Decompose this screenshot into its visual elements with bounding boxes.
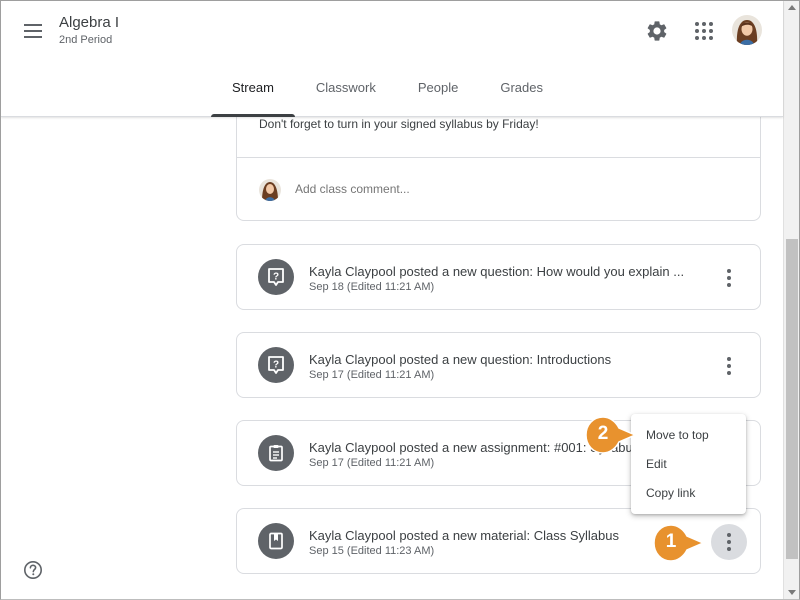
post-title: Kayla Claypool posted a new question: In… (309, 352, 612, 367)
scroll-up-arrow-icon[interactable] (788, 5, 796, 10)
comment-avatar (259, 179, 281, 201)
tab-grades[interactable]: Grades (479, 71, 564, 117)
stream-post[interactable]: ? Kayla Claypool posted a new question: … (236, 332, 761, 398)
class-section: 2nd Period (59, 34, 113, 46)
question-icon: ? (258, 259, 294, 295)
menu-item-edit[interactable]: Edit (631, 449, 746, 478)
user-avatar[interactable] (732, 15, 762, 45)
post-options-menu: Move to top Edit Copy link (631, 414, 746, 514)
material-icon (258, 523, 294, 559)
more-options-button[interactable] (711, 260, 747, 296)
svg-text:?: ? (273, 360, 279, 371)
tab-stream[interactable]: Stream (211, 71, 295, 117)
tab-classwork[interactable]: Classwork (295, 71, 397, 117)
class-tabs: Stream Classwork People Grades (211, 71, 564, 117)
scroll-thumb[interactable] (786, 239, 798, 559)
assignment-icon (258, 435, 294, 471)
gear-icon[interactable] (645, 19, 669, 43)
post-date: Sep 17 (Edited 11:21 AM) (309, 369, 435, 381)
scroll-down-arrow-icon[interactable] (788, 590, 796, 595)
post-date: Sep 18 (Edited 11:21 AM) (309, 281, 435, 293)
post-date: Sep 15 (Edited 11:23 AM) (309, 545, 435, 557)
menu-icon[interactable] (21, 19, 47, 43)
class-comment-input[interactable] (295, 182, 595, 196)
divider (237, 157, 760, 158)
callout-number: 1 (665, 531, 677, 552)
class-title[interactable]: Algebra I (59, 14, 119, 31)
menu-item-move-to-top[interactable]: Move to top (631, 420, 746, 449)
step-callout: 2 (585, 416, 637, 454)
tab-people[interactable]: People (397, 71, 479, 117)
vertical-scrollbar[interactable] (783, 1, 799, 599)
app-window: Algebra I 2nd Period Stream Classwork Pe… (0, 0, 800, 600)
step-callout: 1 (653, 524, 705, 562)
menu-item-copy-link[interactable]: Copy link (631, 478, 746, 507)
apps-grid-icon[interactable] (693, 20, 715, 42)
stream-post[interactable]: ? Kayla Claypool posted a new question: … (236, 244, 761, 310)
svg-text:?: ? (273, 272, 279, 283)
question-icon: ? (258, 347, 294, 383)
post-title: Kayla Claypool posted a new question: Ho… (309, 264, 685, 279)
announcement-card: Don't forget to turn in your signed syll… (236, 101, 761, 221)
post-title: Kayla Claypool posted a new material: Cl… (309, 528, 619, 543)
more-options-button[interactable] (711, 524, 747, 560)
callout-number: 2 (597, 423, 609, 444)
announcement-text: Don't forget to turn in your signed syll… (259, 117, 539, 131)
more-options-button[interactable] (711, 348, 747, 384)
help-icon[interactable] (23, 560, 43, 580)
post-date: Sep 17 (Edited 11:21 AM) (309, 457, 435, 469)
top-app-bar: Algebra I 2nd Period Stream Classwork Pe… (1, 1, 783, 117)
